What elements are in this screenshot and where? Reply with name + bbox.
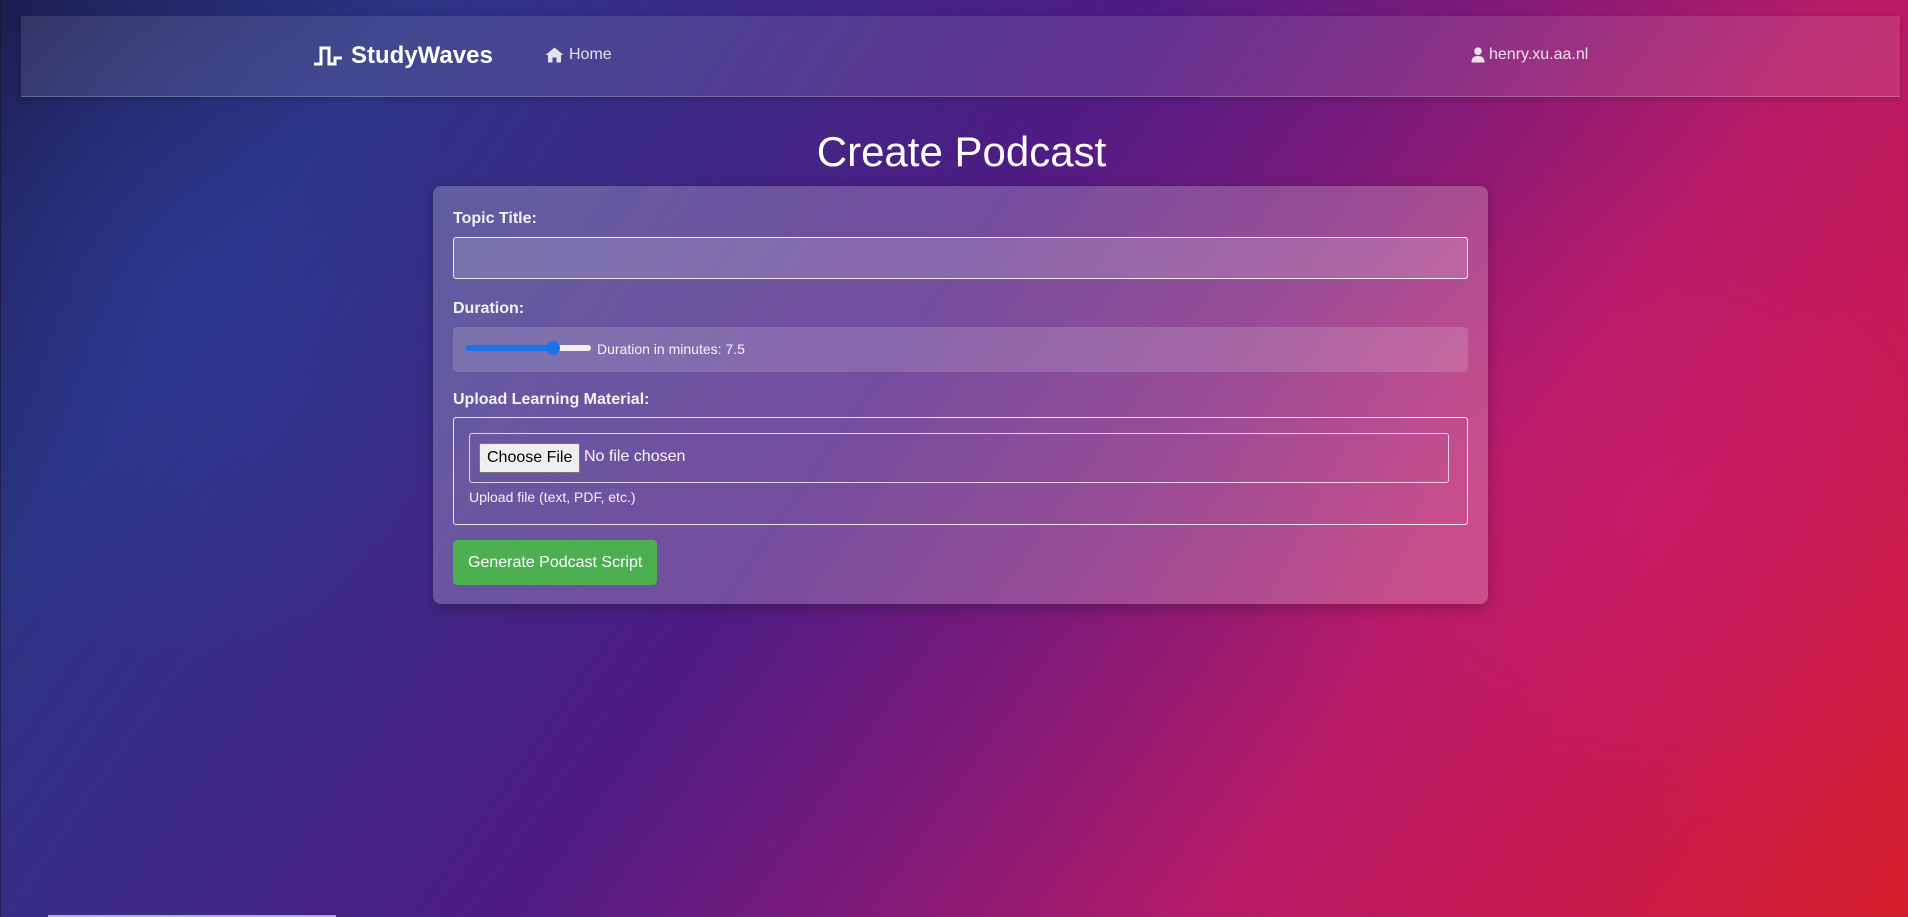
nav-home-link[interactable]: Home <box>545 46 612 64</box>
file-input[interactable]: Choose File No file chosen <box>469 433 1449 483</box>
brand-name: StudyWaves <box>351 42 493 69</box>
user-name: henry.xu.aa.nl <box>1489 46 1589 63</box>
brand-link[interactable]: StudyWaves <box>313 42 493 70</box>
create-podcast-form: Topic Title: Duration: Duration in minut… <box>433 186 1488 604</box>
upload-hint: Upload file (text, PDF, etc.) <box>469 489 636 505</box>
duration-container: Duration in minutes: 7.5 <box>453 327 1468 372</box>
user-icon <box>1471 47 1485 63</box>
slider-fill <box>465 345 554 351</box>
no-file-text: No file chosen <box>584 448 686 465</box>
topic-title-input[interactable] <box>453 237 1468 279</box>
pulse-wave-icon <box>314 46 342 66</box>
topic-title-label: Topic Title: <box>453 210 537 227</box>
home-icon <box>545 47 564 63</box>
duration-label: Duration: <box>453 300 525 317</box>
page-title: Create Podcast <box>816 128 1107 175</box>
nav-user-link[interactable]: henry.xu.aa.nl <box>1471 46 1588 64</box>
duration-slider[interactable] <box>465 341 591 355</box>
navbar: StudyWaves Home henry.xu.aa.nl <box>21 16 1900 97</box>
generate-podcast-button[interactable]: Generate Podcast Script <box>453 540 658 585</box>
upload-container: Choose File No file chosen Upload file (… <box>453 417 1468 525</box>
slider-thumb[interactable] <box>546 341 561 355</box>
upload-material-label: Upload Learning Material: <box>453 391 650 408</box>
choose-file-button[interactable]: Choose File <box>479 443 581 473</box>
home-label: Home <box>569 46 612 63</box>
duration-value-text: Duration in minutes: 7.5 <box>597 341 745 357</box>
